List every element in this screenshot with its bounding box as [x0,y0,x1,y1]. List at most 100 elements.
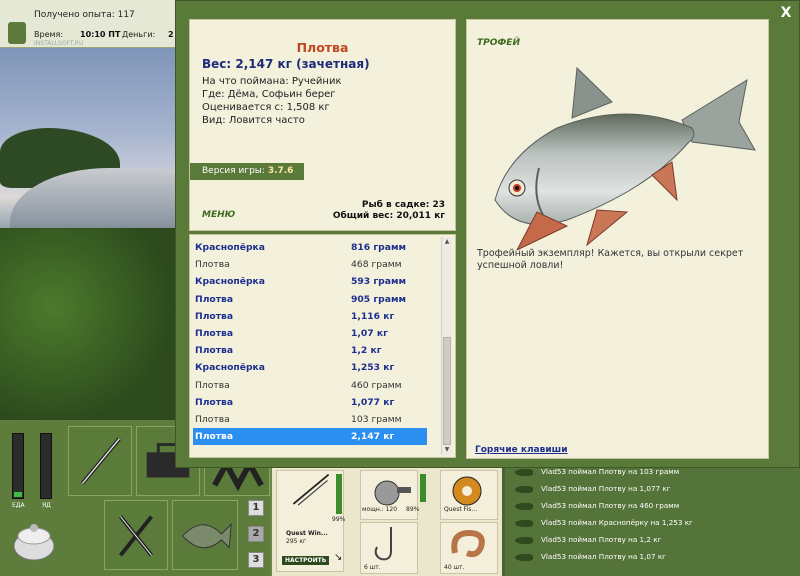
catch-list-row[interactable]: Краснопёрка 816 грамм [193,239,427,256]
catch-fish-name: Плотва [195,396,234,408]
catch-fish-name: Краснопёрка [195,276,265,288]
chat-text: Vlad53 поймал Краснопёрку на 1,253 кг [541,518,693,527]
scroll-up-icon[interactable]: ▲ [442,237,452,247]
catch-fish-name: Плотва [195,310,234,322]
chat-row: Vlad53 поймал Краснопёрку на 1,253 кг [515,515,795,532]
catch-fish-weight: 1,077 кг [351,396,395,408]
catch-fish-weight: 816 грамм [351,242,406,253]
reel-condition-bar [420,474,426,502]
line-name: Quest Fis... [444,506,478,513]
catch-list-row[interactable]: Плотва 2,147 кг [193,428,427,446]
catch-log: Vlad53 поймал Плотву на 103 грамм Vlad53… [505,464,800,576]
page-button-2[interactable]: 2 [248,526,264,542]
scroll-down-icon[interactable]: ▼ [442,445,452,455]
catch-list-row[interactable]: Плотва 1,116 кг [193,308,427,325]
watermark: INSTALLSOFT.RU [34,40,84,47]
money-value: 2 [168,30,174,39]
hotkeys-link[interactable]: Горячие клавиши [475,445,568,455]
reel-percent: 89% [406,506,420,513]
catch-fish-name: Краснопёрка [195,242,265,253]
reel-icon [374,480,411,506]
poison-label: ЯД [42,502,51,509]
total-weight: Общий вес: 20,011 кг [332,211,445,221]
food-tile[interactable] [104,500,168,570]
catch-list-row[interactable]: Плотва 468 грамм [193,256,427,273]
catch-fish-name: Плотва [195,345,234,357]
catch-list-row[interactable]: Плотва 1,077 кг [193,394,427,411]
fish-info-panel: Плотва Вес: 2,147 кг (зачетная) На что п… [189,19,456,231]
page-button-1[interactable]: 1 [248,500,264,516]
catch-list-row[interactable]: Плотва 103 грамм [193,411,427,428]
catch-fish-name: Плотва [195,293,234,305]
rod-name: Quest Win... [286,530,328,537]
setup-button[interactable]: НАСТРОИТЬ [282,556,330,565]
catch-list-row[interactable]: Плотва 1,2 кг [193,342,427,359]
lock-icon[interactable] [8,22,26,44]
catch-list-row[interactable]: Краснопёрка 593 грамм [193,273,427,290]
game-version: Версия игры: 3.7.6 [190,163,304,180]
catch-fish-weight: 1,07 кг [351,328,388,339]
fish-tile[interactable] [172,500,238,570]
chat-row: Vlad53 поймал Плотву на 1,2 кг [515,532,795,549]
version-label: Версия игры: [202,166,265,176]
catch-list: Краснопёрка 816 грамм Плотва 468 грамм Красн… [189,234,456,458]
catch-fish-weight: 103 грамм [351,414,402,425]
fish-weight: Вес: 2,147 кг (зачетная) [202,57,370,71]
hook-icon [374,527,392,561]
chat-text: Vlad53 поймал Плотву на 1,077 кг [541,484,671,493]
chat-text: Vlad53 поймал Плотву на 460 грамм [541,501,680,510]
fish-icon [515,554,533,561]
caught-with: На что поймана: Ручейник [202,76,342,87]
fish-name: Плотва [296,40,349,55]
fish-icon [515,469,533,476]
poison-gauge [40,433,52,499]
catch-list-row[interactable]: Краснопёрка 1,253 кг [193,359,427,376]
reel-power: мощн.: 120 [362,506,398,513]
money-label: Деньги: [122,30,156,39]
fish-icon [515,537,533,544]
pot-icon[interactable] [10,516,58,564]
page-button-3[interactable]: 3 [248,552,264,568]
rod-condition-bar [336,474,342,514]
scroll-thumb[interactable] [443,337,451,445]
catch-fish-weight: 593 грамм [351,276,406,288]
food-gauge [12,433,24,499]
fish-info-dialog: X Плотва Вес: 2,147 кг (зачетная) На что… [175,0,800,468]
catch-fish-name: Плотва [195,259,230,271]
catch-list-row[interactable]: Плотва 460 грамм [193,377,427,394]
status-bar: Получено опыта: 117 Время: 10:10 ПТ День… [0,0,175,48]
catch-fish-weight: 905 грамм [351,293,406,305]
chat-row: Vlad53 поймал Плотву на 1,07 кг [515,549,795,566]
rod-tile[interactable] [68,426,132,496]
grass [0,228,175,420]
catch-location: Где: Дёма, Софьин берег [202,89,336,100]
bait-icon [451,529,485,558]
catch-fish-name: Краснопёрка [195,362,265,374]
food-label: ЕДА [12,502,25,509]
fishing-scene [0,48,175,420]
fish-icon [515,503,533,510]
catch-fish-weight: 468 грамм [351,259,402,271]
trophy-description: Трофейный экземпляр! Кажется, вы открыли… [477,248,744,271]
fishing-line-spool-icon [452,476,482,506]
arrow-icon[interactable]: ↘ [334,552,346,564]
catch-list-scrollbar[interactable]: ▲ ▼ [441,237,452,455]
chat-text: Vlad53 поймал Плотву на 103 грамм [541,467,680,476]
catch-list-row[interactable]: Плотва 905 грамм [193,291,427,308]
chat-text: Vlad53 поймал Плотву на 1,2 кг [541,535,662,544]
menu-link[interactable]: МЕНЮ [202,210,235,220]
catch-list-row[interactable]: Плотва 1,07 кг [193,325,427,342]
catch-fish-weight: 1,2 кг [351,345,382,357]
trophy-label: ТРОФЕЙ [477,38,520,48]
time-label: Время: [34,30,64,39]
trophy-panel: ТРОФЕЙ Трофейный экземпляр! Кажется, вы … [466,19,769,459]
roach-fish-image [477,50,762,252]
fork-knife-icon [118,515,154,557]
fish-icon [515,486,533,493]
equipment-panel: 99% Quest Win... 295 кг НАСТРОИТЬ ↘ мощн… [270,468,502,576]
fish-icon [182,523,232,549]
fish-count: Рыб в садке: 23 [361,200,445,210]
xp-text: Получено опыта: 117 [34,10,135,20]
close-button[interactable]: X [779,5,793,21]
chat-text: Vlad53 поймал Плотву на 1,07 кг [541,552,666,561]
